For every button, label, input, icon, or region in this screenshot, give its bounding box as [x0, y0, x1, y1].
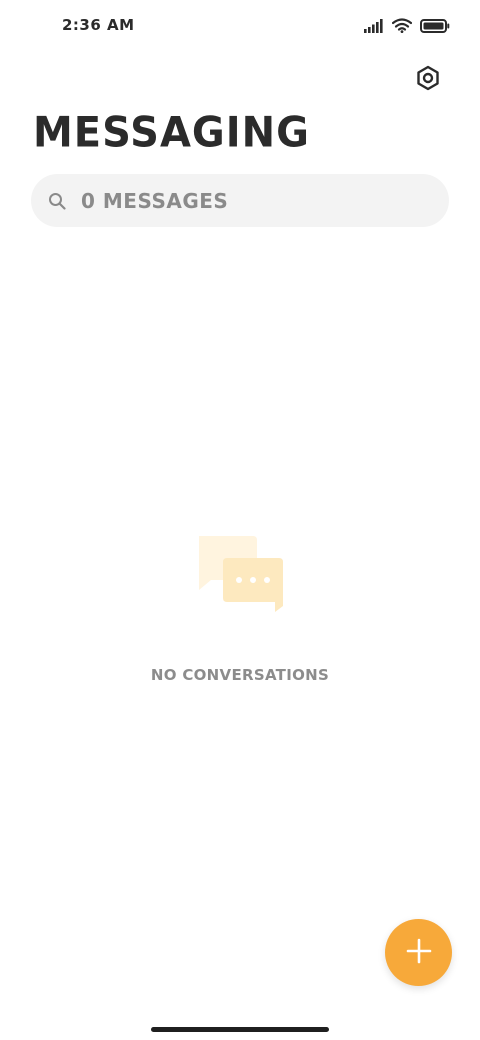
- new-conversation-button[interactable]: [385, 919, 452, 986]
- page-title: MESSAGING: [33, 108, 310, 158]
- plus-icon: [405, 937, 433, 969]
- search-placeholder: 0 MESSAGES: [81, 188, 229, 213]
- signal-icon: [364, 18, 384, 37]
- status-bar: 2:36 AM: [0, 0, 480, 52]
- chat-bubbles-icon: [195, 534, 287, 616]
- battery-icon: [420, 18, 450, 37]
- search-icon: [47, 191, 67, 211]
- status-time: 2:36 AM: [62, 16, 135, 34]
- wifi-icon: [391, 18, 413, 37]
- status-icons: [364, 18, 450, 37]
- empty-state-text: NO CONVERSATIONS: [150, 666, 330, 684]
- settings-icon: [415, 65, 441, 95]
- settings-button[interactable]: [412, 64, 444, 96]
- search-bar[interactable]: 0 MESSAGES: [31, 174, 449, 227]
- home-indicator[interactable]: [151, 1027, 329, 1032]
